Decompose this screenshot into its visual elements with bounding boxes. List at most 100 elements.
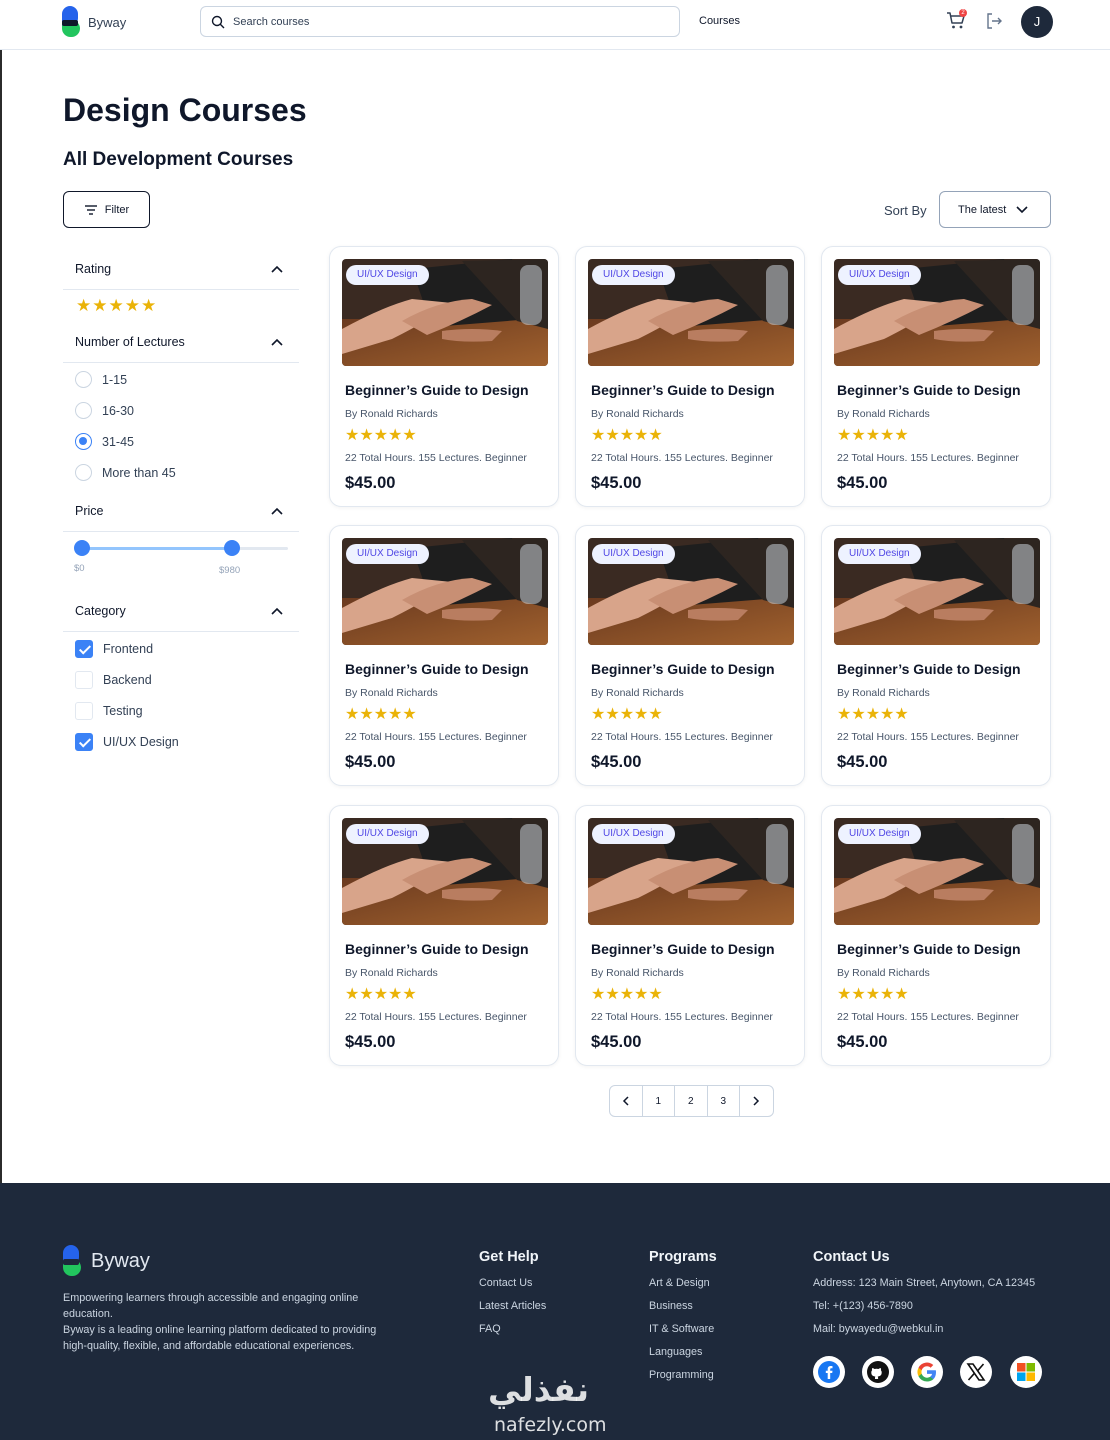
star-icon: ★ [619,706,635,723]
pagination-page-3[interactable]: 3 [708,1086,740,1116]
social-github-button[interactable] [862,1356,894,1388]
course-card[interactable]: UI/UX Design Beginner’s Guide to Design By… [821,525,1051,786]
course-title[interactable]: Beginner’s Guide to Design [837,661,1021,677]
course-card[interactable]: UI/UX Design Beginner’s Guide to Design By… [575,246,805,507]
social-facebook-button[interactable] [813,1356,845,1388]
user-avatar[interactable]: J [1021,6,1053,38]
star-icon[interactable]: ★ [141,297,156,314]
course-meta: 22 Total Hours. 155 Lectures. Beginner [591,1011,773,1023]
course-card[interactable]: UI/UX Design Beginner’s Guide to Design By… [575,525,805,786]
page-title: Design Courses [63,92,307,128]
filter-button[interactable]: Filter [63,191,150,228]
pagination-next-button[interactable] [740,1086,773,1116]
pagination-page-1[interactable]: 1 [643,1086,675,1116]
course-title[interactable]: Beginner’s Guide to Design [345,382,529,398]
price-filter-header[interactable]: Price [63,492,299,532]
course-thumbnail[interactable]: UI/UX Design [588,818,794,925]
lecture-option[interactable]: 31-45 [75,433,134,450]
course-card[interactable]: UI/UX Design Beginner’s Guide to Design By… [329,805,559,1066]
star-icon[interactable]: ★ [109,297,124,314]
footer-link-programming[interactable]: Programming [649,1369,714,1381]
course-thumbnail[interactable]: UI/UX Design [342,818,548,925]
course-author: By Ronald Richards [345,967,438,979]
brand-logo[interactable]: Byway [62,6,126,38]
course-card[interactable]: UI/UX Design Beginner’s Guide to Design By… [329,246,559,507]
course-thumbnail[interactable]: UI/UX Design [588,259,794,366]
rating-filter-stars[interactable]: ★ ★ ★ ★ ★ [76,297,156,314]
star-icon[interactable]: ★ [92,297,107,314]
course-card[interactable]: UI/UX Design Beginner’s Guide to Design By… [329,525,559,786]
category-checkbox-checked[interactable] [75,733,93,751]
social-x-button[interactable] [960,1356,992,1388]
pagination-page-2[interactable]: 2 [675,1086,708,1116]
chevron-up-icon [271,507,283,515]
footer-link-latest-articles[interactable]: Latest Articles [479,1300,546,1312]
star-icon: ★ [865,427,881,444]
lecture-option[interactable]: 1-15 [75,371,127,388]
category-checkbox-checked[interactable] [75,640,93,658]
footer-link-contact-us[interactable]: Contact Us [479,1277,532,1289]
course-thumbnail[interactable]: UI/UX Design [834,538,1040,645]
lecture-radio-selected[interactable] [75,433,92,450]
lectures-filter-header[interactable]: Number of Lectures [63,323,299,363]
course-title[interactable]: Beginner’s Guide to Design [345,661,529,677]
course-thumbnail[interactable]: UI/UX Design [834,818,1040,925]
course-title[interactable]: Beginner’s Guide to Design [591,661,775,677]
star-icon: ★ [837,427,852,444]
lecture-radio[interactable] [75,402,92,419]
chevron-up-icon [271,607,283,615]
footer-link-faq[interactable]: FAQ [479,1323,501,1335]
course-title[interactable]: Beginner’s Guide to Design [591,941,775,957]
course-card[interactable]: UI/UX Design Beginner’s Guide to Design By… [575,805,805,1066]
category-checkbox[interactable] [75,702,93,720]
price-slider-track[interactable] [82,547,288,550]
social-microsoft-button[interactable] [1010,1356,1042,1388]
course-author: By Ronald Richards [591,687,684,699]
star-icon[interactable]: ★ [76,297,91,314]
nav-courses-link[interactable]: Courses [699,15,740,27]
footer-link-art-design[interactable]: Art & Design [649,1277,710,1289]
course-thumbnail[interactable]: UI/UX Design [834,259,1040,366]
logout-button[interactable] [985,12,1003,30]
course-title[interactable]: Beginner’s Guide to Design [837,941,1021,957]
lecture-option[interactable]: 16-30 [75,402,134,419]
price-slider-min-handle[interactable] [74,540,90,556]
social-google-button[interactable] [911,1356,943,1388]
course-title[interactable]: Beginner’s Guide to Design [591,382,775,398]
footer-programs-title: Programs [649,1249,717,1265]
course-thumbnail[interactable]: UI/UX Design [342,259,548,366]
category-checkbox[interactable] [75,671,93,689]
course-author: By Ronald Richards [837,687,930,699]
pagination-prev-button[interactable] [610,1086,643,1116]
category-filter-header[interactable]: Category [63,592,299,632]
course-card[interactable]: UI/UX Design Beginner’s Guide to Design By… [821,805,1051,1066]
category-option[interactable]: Frontend [75,640,153,658]
star-icon[interactable]: ★ [125,297,140,314]
cart-button[interactable]: 2 [946,9,968,31]
lecture-radio[interactable] [75,371,92,388]
course-title[interactable]: Beginner’s Guide to Design [837,382,1021,398]
search-box[interactable] [200,6,680,37]
price-slider-max-handle[interactable] [224,540,240,556]
rating-filter-header[interactable]: Rating [63,250,299,290]
sort-dropdown[interactable]: The latest [939,191,1051,228]
course-card[interactable]: UI/UX Design Beginner’s Guide to Design By… [821,246,1051,507]
footer-link-business[interactable]: Business [649,1300,693,1312]
course-category-tag: UI/UX Design [838,824,921,844]
search-input[interactable] [233,15,633,28]
course-title[interactable]: Beginner’s Guide to Design [345,941,529,957]
footer-link-languages[interactable]: Languages [649,1346,702,1358]
course-thumbnail[interactable]: UI/UX Design [588,538,794,645]
footer-brand-logo[interactable]: Byway [63,1245,150,1277]
lecture-radio[interactable] [75,464,92,481]
star-icon: ★ [373,427,389,444]
star-icon: ★ [648,706,663,723]
category-option[interactable]: UI/UX Design [75,733,179,751]
category-option[interactable]: Backend [75,671,152,689]
star-icon: ★ [402,986,417,1003]
category-option[interactable]: Testing [75,702,143,720]
course-thumbnail[interactable]: UI/UX Design [342,538,548,645]
footer-link-it-software[interactable]: IT & Software [649,1323,714,1335]
footer-email[interactable]: Mail: bywayedu@webkul.in [813,1323,943,1335]
lecture-option[interactable]: More than 45 [75,464,176,481]
